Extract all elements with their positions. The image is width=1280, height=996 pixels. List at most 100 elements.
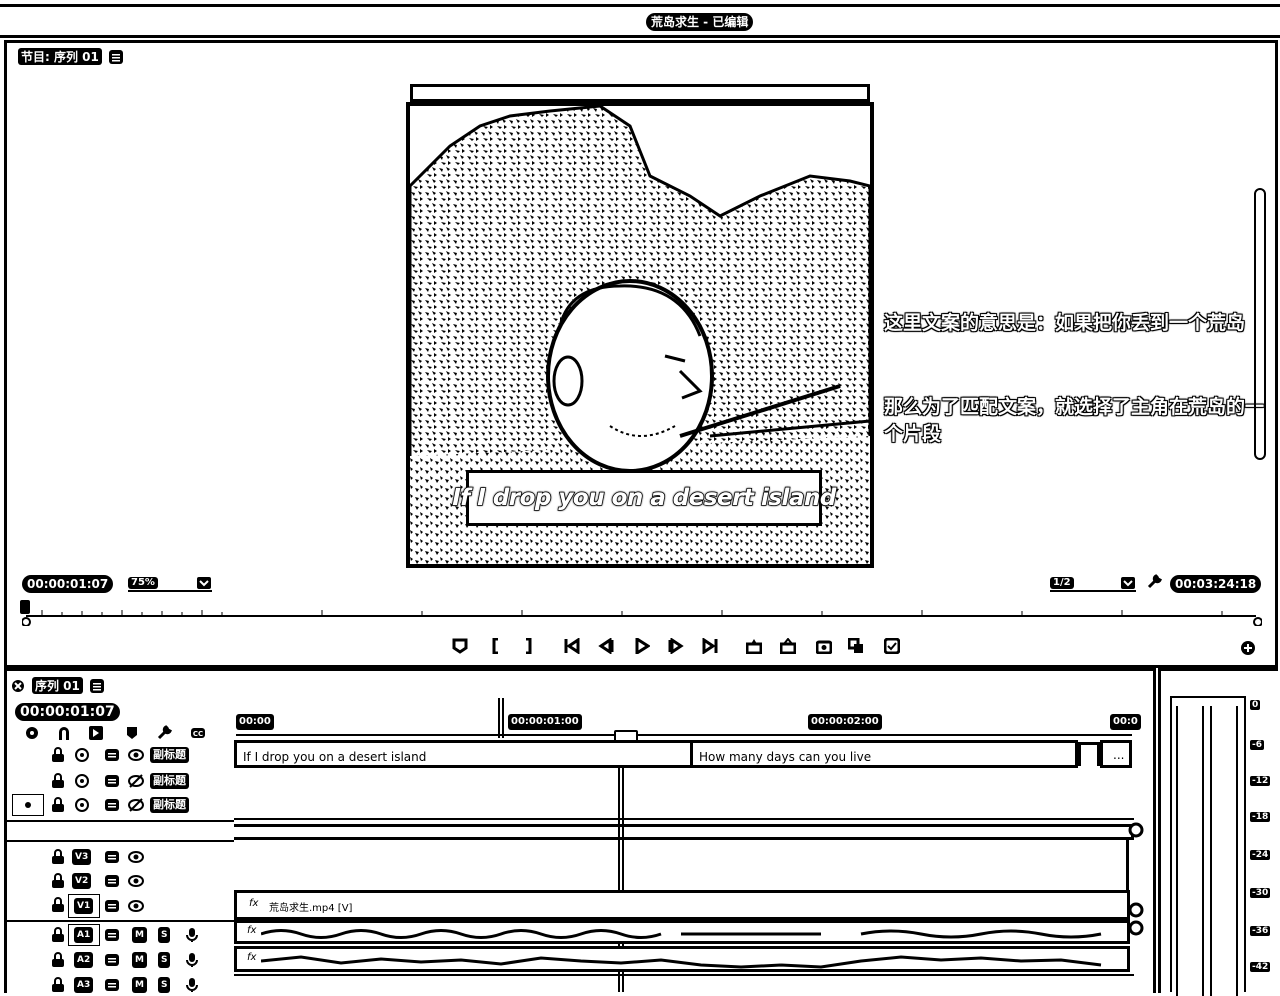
video-clip[interactable]: fx 荒岛求生.mp4 [V] [234,890,1130,920]
mute-button[interactable]: M [132,977,147,993]
program-timecode[interactable]: 00:00:01:07 [22,575,114,593]
caption-clip-text: How many days can you live [699,750,872,764]
film-toggle-icon[interactable] [104,849,120,865]
caption-clip-3[interactable]: ... [1100,740,1132,768]
add-button-icon[interactable] [1240,640,1256,656]
lock-icon[interactable] [50,747,66,763]
wrench-icon[interactable] [1146,574,1162,590]
meter-label: -42 [1250,962,1271,972]
microphone-icon[interactable] [184,952,200,968]
panel-menu-icon[interactable] [89,678,105,694]
audio-clip-2[interactable]: fx [234,946,1130,972]
playhead-handle[interactable] [20,600,30,614]
insert-icon[interactable] [848,638,864,654]
caption-clip-text: ... [1113,748,1125,762]
go-to-in-icon[interactable] [564,638,580,654]
chevron-down-icon [1120,575,1136,591]
lock-icon[interactable] [50,952,66,968]
eye-hidden-icon[interactable] [128,797,144,813]
monitor-scrollbar[interactable] [1254,188,1266,460]
audio-clip-1[interactable]: fx [234,920,1130,944]
captions-toggle-icon[interactable] [104,747,120,763]
sync-lock-icon[interactable] [74,797,90,813]
overwrite-icon[interactable] [884,638,900,654]
timeline-toolbar: CC [20,724,220,742]
scroll-handle-icon[interactable] [1128,920,1144,936]
timeline-ruler[interactable]: 00:00 00:00:01:00 00:00:02:00 00:0 [236,712,1141,742]
resolution-dropdown[interactable]: 1/2 [1050,576,1136,592]
extract-icon[interactable] [780,638,796,654]
nest-icon[interactable] [24,725,40,741]
step-back-icon[interactable] [598,638,614,654]
eye-hidden-icon[interactable] [128,773,144,789]
captions-icon[interactable]: CC [190,725,206,741]
svg-text:CC: CC [193,730,203,738]
audio-fx-badge: fx [247,952,257,963]
solo-button[interactable]: S [158,977,171,993]
mute-button[interactable]: M [132,927,147,943]
meter-channel-left [1176,706,1204,996]
audio-toggle-icon[interactable] [104,952,120,968]
timeline-tab[interactable]: 序列 01 [10,677,105,694]
mute-button[interactable]: M [132,952,147,968]
zoom-dropdown[interactable]: 75% [128,576,212,592]
film-toggle-icon[interactable] [104,898,120,914]
lock-icon[interactable] [50,927,66,943]
program-monitor-tab[interactable]: 节目: 序列 01 [18,48,124,65]
snap-icon[interactable] [56,725,72,741]
microphone-icon[interactable] [184,927,200,943]
play-icon[interactable] [634,638,650,654]
lock-icon[interactable] [50,873,66,889]
zoom-value: 75% [128,577,158,589]
lock-icon[interactable] [50,849,66,865]
solo-button[interactable]: S [158,952,171,968]
add-marker-icon[interactable] [452,638,468,654]
audio-toggle-icon[interactable] [104,927,120,943]
audio-toggle-icon[interactable] [104,977,120,993]
lane-divider [234,824,1134,840]
scroll-handle-icon[interactable] [1128,902,1144,918]
go-to-out-icon[interactable] [702,638,718,654]
caption-clip-1[interactable]: If I drop you on a desert island [234,740,694,768]
lock-icon[interactable] [50,773,66,789]
film-toggle-icon[interactable] [104,873,120,889]
track-divider [4,840,234,842]
caption-track-1: 副标题 [4,744,234,766]
solo-button[interactable]: S [158,927,171,943]
camera-icon[interactable] [816,638,832,654]
linked-selection-icon[interactable] [88,725,104,741]
meter-channel-right [1210,706,1238,996]
close-icon[interactable] [10,678,26,694]
captions-toggle-icon[interactable] [104,797,120,813]
captions-toggle-icon[interactable] [104,773,120,789]
audio-track-label: A3 [74,977,94,993]
panel-menu-icon[interactable] [108,49,124,65]
video-track-v1: V1 [4,894,234,918]
scrub-bar[interactable] [20,600,1263,627]
lift-icon[interactable] [746,638,762,654]
meter-label: 0 [1250,700,1261,710]
caption-clip-2[interactable]: How many days can you live [690,740,1078,768]
lock-icon[interactable] [50,977,66,993]
microphone-icon[interactable] [184,977,200,993]
sync-lock-icon[interactable] [74,747,90,763]
sync-lock-icon[interactable] [74,773,90,789]
program-tab-label: 节目: 序列 01 [18,48,102,65]
track-target-box[interactable] [12,794,44,816]
eye-icon[interactable] [128,898,144,914]
lock-icon[interactable] [50,897,66,913]
mark-in-icon[interactable] [488,638,504,654]
eye-icon[interactable] [128,747,144,763]
wrench-icon[interactable] [156,725,172,741]
eye-icon[interactable] [128,873,144,889]
scroll-handle-icon[interactable] [1128,822,1144,838]
ruler-label-1: 00:00:01:00 [508,714,582,730]
mark-out-icon[interactable] [520,638,536,654]
subtitle-overlay-text: If I drop you on a desert island [451,484,837,512]
step-forward-icon[interactable] [668,638,684,654]
eye-icon[interactable] [128,849,144,865]
annotation-text-1: 这里文案的意思是：如果把你丢到一个荒岛 [884,312,1246,334]
timeline-timecode[interactable]: 00:00:01:07 [15,703,120,721]
lock-icon[interactable] [50,797,66,813]
marker-icon[interactable] [124,725,140,741]
